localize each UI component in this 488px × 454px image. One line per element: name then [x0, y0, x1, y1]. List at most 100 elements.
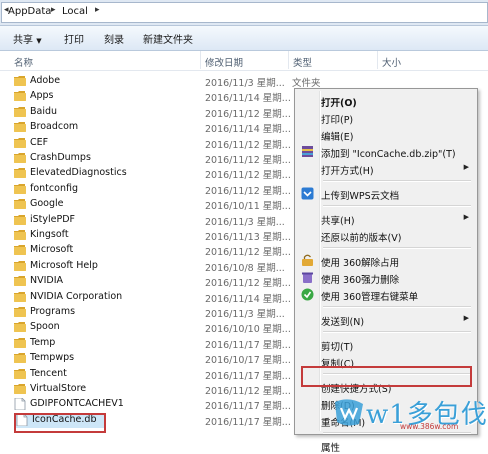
file-date: 2016/11/14 星期... [205, 294, 291, 305]
folder-icon [14, 337, 26, 348]
file-date: 2016/11/12 星期... [205, 155, 291, 166]
file-row[interactable]: Tempwps 2016/10/17 星期... [0, 351, 295, 366]
file-date: 2016/10/11 星期... [205, 201, 291, 212]
file-date: 2016/11/12 星期... [205, 170, 291, 181]
selected-file-highlight [14, 413, 106, 433]
file-date: 2016/10/10 星期... [205, 324, 291, 335]
folder-icon [14, 152, 26, 163]
file-row[interactable]: CEF 2016/11/12 星期... [0, 136, 295, 151]
menu-item[interactable]: 还原以前的版本(V) [297, 227, 475, 244]
column-name[interactable]: 名称 [14, 55, 33, 69]
file-date: 2016/11/12 星期... [205, 278, 291, 289]
file-row[interactable]: Tencent 2016/11/17 星期... [0, 367, 295, 382]
menu-item[interactable]: 共享(H) ▶ [297, 210, 475, 227]
menu-item[interactable]: 添加到 "IconCache.db.zip"(T) [297, 143, 475, 160]
file-name: GDIPFONTCACHEV1 [30, 398, 124, 409]
folder-icon [14, 383, 26, 394]
watermark-logo-icon [335, 399, 363, 426]
folder-icon [14, 306, 26, 317]
folder-icon [14, 106, 26, 117]
file-row[interactable]: ElevatedDiagnostics 2016/11/12 星期... [0, 166, 295, 181]
menu-item-label: 使用 360解除占用 [321, 258, 400, 269]
share-button[interactable]: 共享 ▼ [13, 31, 42, 46]
menu-item[interactable]: 上传到WPS云文档 [297, 185, 475, 202]
file-row[interactable]: Temp 2016/11/17 星期... [0, 336, 295, 351]
folder-icon [14, 321, 26, 332]
file-name: CEF [30, 137, 49, 148]
file-date: 2016/11/14 星期... [205, 93, 291, 104]
menu-item-label: 使用 360管理右键菜单 [321, 292, 419, 303]
menu-item[interactable]: 使用 360管理右键菜单 [297, 286, 475, 303]
file-row[interactable]: NVIDIA Corporation 2016/11/14 星期... [0, 290, 295, 305]
address-bar-area: ◂ AppData ▸ Local ▸ [0, 0, 488, 26]
file-name: Tencent [30, 368, 67, 379]
column-divider[interactable] [200, 51, 201, 69]
file-icon [14, 397, 26, 411]
menu-item-label: 上传到WPS云文档 [321, 191, 400, 202]
menu-item[interactable]: 使用 360强力删除 [297, 269, 475, 286]
file-name: Programs [30, 306, 76, 317]
file-date: 2016/11/13 星期... [205, 232, 291, 243]
file-row[interactable]: Baidu 2016/11/12 星期... [0, 105, 295, 120]
file-name: Kingsoft [30, 229, 69, 240]
menu-item[interactable]: 打开方式(H) ▶ [297, 160, 475, 177]
file-row[interactable]: Kingsoft 2016/11/13 星期... [0, 228, 295, 243]
file-row[interactable]: NVIDIA 2016/11/12 星期... [0, 274, 295, 289]
new-folder-button[interactable]: 新建文件夹 [143, 31, 193, 46]
folder-icon [14, 214, 26, 225]
menu-360-icon [301, 288, 314, 301]
breadcrumb-local[interactable]: Local [62, 6, 88, 17]
file-row[interactable]: Adobe 2016/11/3 星期... 文件夹 [0, 74, 321, 89]
chevron-right-icon[interactable]: ▸ [51, 5, 56, 15]
file-row[interactable]: Microsoft Help 2016/10/8 星期... [0, 259, 295, 274]
file-type: 文件夹 [292, 78, 321, 89]
menu-item[interactable]: 剪切(T) [297, 336, 475, 353]
file-name: Tempwps [30, 352, 75, 363]
folder-icon [14, 275, 26, 286]
column-divider[interactable] [377, 51, 378, 69]
burn-button[interactable]: 刻录 [104, 31, 124, 46]
file-date: 2016/11/17 星期... [205, 401, 291, 412]
menu-item[interactable]: 发送到(N) ▶ [297, 311, 475, 328]
watermark-url: www.386w.com [400, 422, 459, 431]
menu-item[interactable]: 使用 360解除占用 [297, 252, 475, 269]
file-name: Microsoft Help [30, 260, 98, 271]
file-row[interactable]: Apps 2016/11/14 星期... [0, 89, 295, 104]
file-name: Temp [30, 337, 56, 348]
file-row[interactable]: Microsoft 2016/11/12 星期... [0, 243, 295, 258]
file-name: VirtualStore [30, 383, 87, 394]
menu-separator [323, 205, 471, 207]
menu-item-label: 编辑(E) [321, 132, 354, 143]
menu-item[interactable]: 打印(P) [297, 109, 475, 126]
file-name: NVIDIA [30, 275, 64, 286]
file-row[interactable]: Programs 2016/11/3 星期... [0, 305, 295, 320]
file-name: NVIDIA Corporation [30, 291, 123, 302]
file-date: 2016/11/3 星期... [205, 217, 285, 228]
menu-item[interactable]: 打开(O) [297, 92, 475, 109]
file-row[interactable]: VirtualStore 2016/11/12 星期... [0, 382, 295, 397]
breadcrumb-appdata[interactable]: AppData [8, 6, 51, 17]
menu-item[interactable]: 属性 [297, 437, 475, 454]
column-date[interactable]: 修改日期 [205, 55, 243, 69]
file-name: Broadcom [30, 121, 79, 132]
address-bar[interactable]: ◂ AppData ▸ Local ▸ [1, 2, 488, 23]
print-button[interactable]: 打印 [64, 31, 84, 46]
file-row[interactable]: fontconfig 2016/11/12 星期... [0, 182, 295, 197]
column-size[interactable]: 大小 [382, 55, 401, 69]
file-date: 2016/11/14 星期... [205, 124, 291, 135]
folder-icon [14, 121, 26, 132]
file-row[interactable]: Spoon 2016/10/10 星期... [0, 320, 295, 335]
file-row[interactable]: GDIPFONTCACHEV1 2016/11/17 星期... [0, 397, 295, 412]
folder-icon [14, 198, 26, 209]
folder-icon [14, 229, 26, 240]
column-divider[interactable] [288, 51, 289, 69]
menu-item[interactable]: 编辑(E) [297, 126, 475, 143]
menu-separator [323, 180, 471, 182]
menu-item-label: 剪切(T) [321, 342, 354, 353]
file-row[interactable]: CrashDumps 2016/11/12 星期... [0, 151, 295, 166]
chevron-right-icon[interactable]: ▸ [95, 5, 100, 15]
column-type[interactable]: 类型 [293, 55, 312, 69]
file-row[interactable]: Google 2016/10/11 星期... [0, 197, 295, 212]
file-row[interactable]: iStylePDF 2016/11/3 星期... [0, 213, 295, 228]
file-row[interactable]: Broadcom 2016/11/14 星期... [0, 120, 295, 135]
